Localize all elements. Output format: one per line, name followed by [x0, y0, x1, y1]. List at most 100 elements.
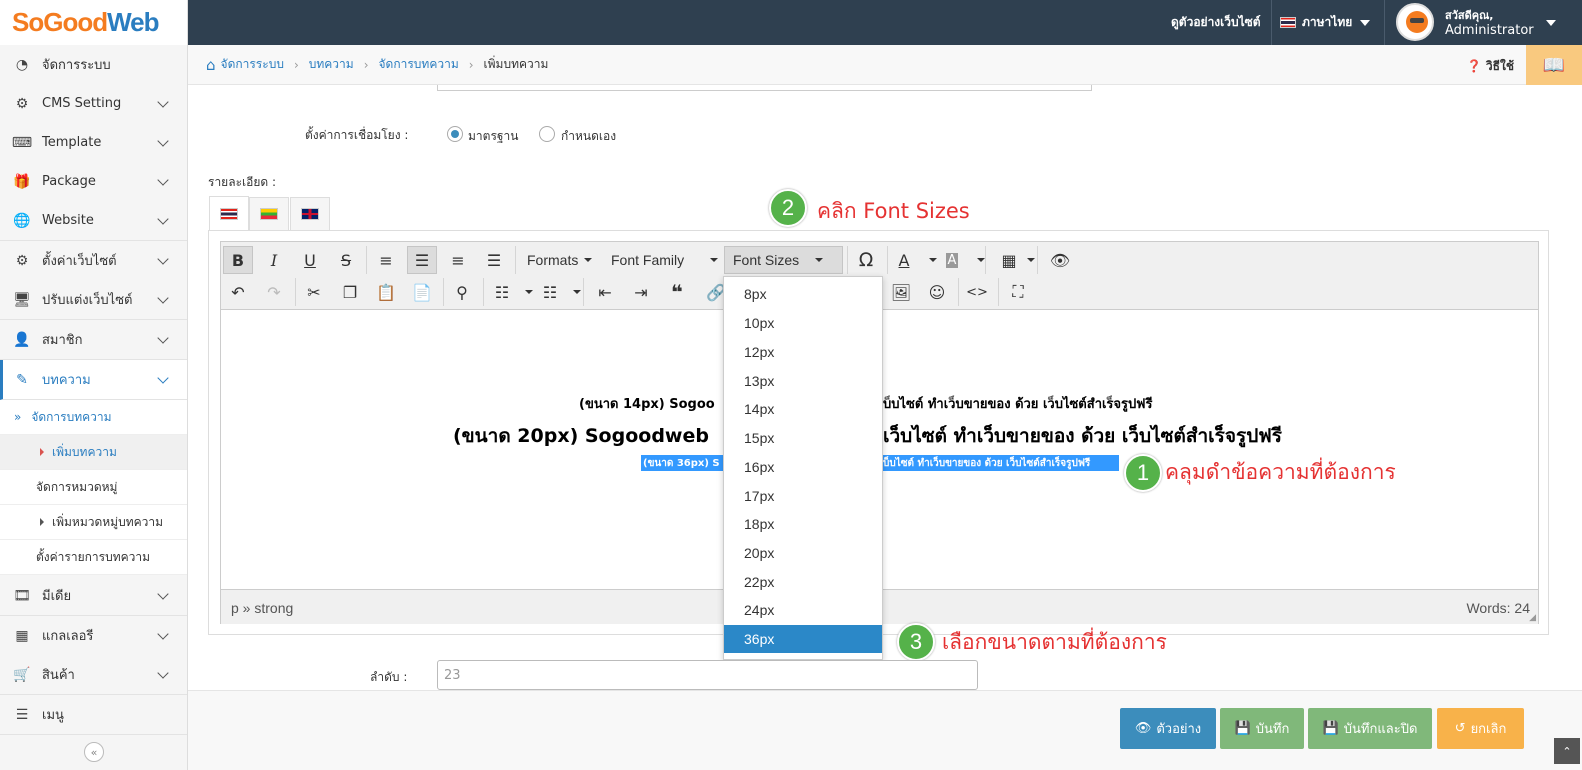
font-size-option[interactable]: 12px: [724, 338, 882, 366]
font-size-option[interactable]: 17px: [724, 482, 882, 510]
undo-button[interactable]: ↶: [223, 278, 253, 306]
caret-down-icon[interactable]: [1027, 258, 1035, 262]
sidebar-item-articles[interactable]: ✎ บทความ: [0, 360, 187, 400]
outdent-button[interactable]: ⇤: [590, 278, 620, 306]
book-icon: 📖: [1542, 54, 1566, 76]
sub-item-manage-categories[interactable]: จัดการหมวดหมู่: [0, 470, 187, 505]
breadcrumb-manage-articles[interactable]: จัดการบทความ: [379, 55, 459, 74]
book-button[interactable]: 📖: [1526, 45, 1582, 85]
cut-button[interactable]: ✂: [299, 278, 329, 306]
sidebar-item-members[interactable]: 👤 สมาชิก: [0, 320, 187, 360]
paste-button[interactable]: 📋: [371, 278, 401, 306]
sidebar-item-package[interactable]: 🎁 Package: [0, 162, 187, 202]
justify-button[interactable]: ☰: [479, 246, 509, 274]
font-size-option[interactable]: 14px: [724, 395, 882, 423]
collapse-sidebar-button[interactable]: «: [84, 742, 104, 762]
sidebar-item-template[interactable]: ⌨ Template: [0, 123, 187, 163]
font-family-menu[interactable]: Font Family: [603, 246, 726, 274]
sidebar-item-menu[interactable]: ☰ เมนู: [0, 695, 187, 735]
preview-button[interactable]: 👁 ตัวอย่าง: [1120, 708, 1216, 749]
save-button[interactable]: 💾 บันทึก: [1220, 708, 1304, 749]
font-size-option[interactable]: 24px: [724, 596, 882, 624]
sidebar-item-products[interactable]: 🛒 สินค้า: [0, 655, 187, 695]
italic-button[interactable]: I: [259, 246, 289, 274]
special-char-button[interactable]: Ω: [851, 246, 881, 274]
table-button[interactable]: ▦: [994, 246, 1024, 274]
caret-down-icon[interactable]: [525, 290, 533, 294]
font-sizes-menu[interactable]: Font Sizes: [724, 246, 843, 274]
align-center-button[interactable]: ☰: [407, 246, 437, 274]
font-size-option[interactable]: 8px: [724, 280, 882, 308]
preview-site-link[interactable]: ดูตัวอย่างเว็บไซต์: [1171, 0, 1261, 45]
help-link[interactable]: ❓ วิธีใช้: [1467, 57, 1514, 76]
numbered-list-button[interactable]: ☷: [535, 278, 565, 306]
undo-icon: ↺: [1454, 721, 1466, 736]
bold-button[interactable]: B: [223, 246, 253, 274]
find-replace-button[interactable]: ⚲: [447, 278, 477, 306]
radio-custom[interactable]: [539, 126, 555, 142]
formats-menu[interactable]: Formats: [519, 246, 600, 274]
paste-text-button[interactable]: 📄: [407, 278, 437, 306]
copy-button[interactable]: ❐: [335, 278, 365, 306]
save-close-button[interactable]: 💾 บันทึกและปิด: [1308, 708, 1432, 749]
preview-eye-button[interactable]: 👁: [1045, 246, 1075, 274]
font-size-option[interactable]: 18px: [724, 510, 882, 538]
tab-thai[interactable]: [209, 196, 249, 230]
source-code-button[interactable]: <>: [962, 278, 992, 306]
sidebar-item-gallery[interactable]: ▦ แกลเลอรี: [0, 616, 187, 656]
sub-item-add-category[interactable]: เพิ่มหมวดหมู่บทความ: [0, 505, 187, 540]
user-menu-caret[interactable]: [1538, 0, 1556, 45]
font-size-option[interactable]: 16px: [724, 453, 882, 481]
scroll-to-top-button[interactable]: ⌃: [1554, 738, 1580, 764]
resize-handle-icon[interactable]: ◢: [1529, 612, 1536, 623]
fullscreen-button[interactable]: ⛶: [1003, 278, 1033, 306]
sub-item-article-list-settings[interactable]: ตั้งค่ารายการบทความ: [0, 540, 187, 575]
sidebar-item-website[interactable]: 🌐 Website: [0, 201, 187, 241]
cancel-button[interactable]: ↺ ยกเลิก: [1437, 708, 1524, 749]
text-color-button[interactable]: A: [889, 246, 919, 274]
align-left-button[interactable]: ≡: [371, 246, 401, 274]
bg-color-button[interactable]: A: [937, 246, 967, 274]
font-size-option[interactable]: 22px: [724, 568, 882, 596]
font-size-option[interactable]: 13px: [724, 367, 882, 395]
indent-button[interactable]: ⇥: [626, 278, 656, 306]
font-size-option[interactable]: 10px: [724, 309, 882, 337]
align-right-button[interactable]: ≡: [443, 246, 473, 274]
user-menu[interactable]: สวัสดีคุณ, Administrator: [1445, 0, 1534, 45]
font-size-option-selected[interactable]: 36px: [724, 625, 882, 653]
blockquote-button[interactable]: ❝: [662, 278, 692, 306]
sidebar-item-customize[interactable]: 🖥 ปรับแต่งเว็บไซต์: [0, 280, 187, 320]
logo[interactable]: SoGood Web: [0, 0, 188, 45]
tab-english[interactable]: [290, 197, 330, 230]
language-selector[interactable]: ภาษาไทย: [1280, 0, 1371, 45]
avatar[interactable]: [1396, 3, 1434, 41]
bullet-list-button[interactable]: ☷: [487, 278, 517, 306]
order-input[interactable]: [437, 660, 978, 690]
sidebar-item-site-settings[interactable]: ⚙ ตั้งค่าเว็บไซต์: [0, 241, 187, 281]
caret-down-icon[interactable]: [977, 258, 985, 262]
emoticon-button[interactable]: ☺: [922, 278, 952, 306]
breadcrumb-articles[interactable]: บทความ: [309, 55, 354, 74]
caret-down-icon: [815, 258, 824, 262]
sidebar-item-cms-setting[interactable]: ⚙ CMS Setting: [0, 84, 187, 124]
sidebar-item-label: ปรับแต่งเว็บไซต์: [42, 293, 133, 308]
chevron-down-icon: [157, 213, 169, 225]
strikethrough-button[interactable]: S: [331, 246, 361, 274]
sub-item-manage-articles[interactable]: » จัดการบทความ: [0, 400, 187, 435]
radio-standard[interactable]: [447, 126, 463, 142]
image-button[interactable]: 🖼: [886, 278, 916, 306]
sidebar-item-system[interactable]: ◔ จัดการระบบ: [0, 45, 187, 85]
redo-button[interactable]: ↷: [259, 278, 289, 306]
underline-button[interactable]: U: [295, 246, 325, 274]
caret-down-icon[interactable]: [929, 258, 937, 262]
element-path[interactable]: p » strong: [231, 600, 293, 616]
sub-item-add-article[interactable]: เพิ่มบทความ: [0, 435, 187, 470]
font-size-option[interactable]: 15px: [724, 424, 882, 452]
sidebar-item-label: Package: [42, 174, 96, 189]
radio-standard-label: มาตรฐาน: [468, 129, 519, 143]
sidebar-item-media[interactable]: 🎞 มีเดีย: [0, 576, 187, 616]
tab-myanmar[interactable]: [249, 197, 289, 230]
breadcrumb-home[interactable]: จัดการระบบ: [221, 55, 284, 74]
caret-down-icon[interactable]: [573, 290, 581, 294]
font-size-option[interactable]: 20px: [724, 539, 882, 567]
